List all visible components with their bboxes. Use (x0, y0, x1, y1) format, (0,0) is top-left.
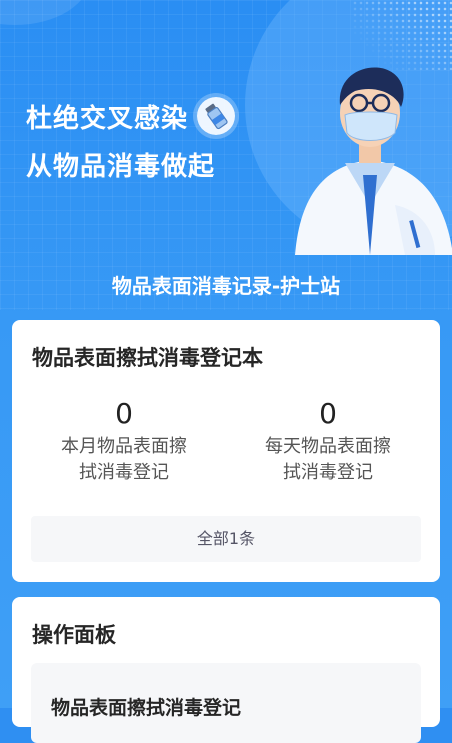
slogan-line-1: 杜绝交叉感染 (26, 104, 189, 134)
register-card-title: 物品表面擦拭消毒登记本 (32, 346, 263, 370)
panel-item-label: 物品表面擦拭消毒登记 (51, 697, 242, 719)
stat-monthly[interactable]: 0 本月物品表面擦 拭消毒登记 (24, 398, 224, 486)
nurse-with-mask-illustration (285, 55, 452, 255)
register-card: 物品表面擦拭消毒登记本 0 本月物品表面擦 拭消毒登记 0 每天物品表面擦 拭消… (12, 320, 440, 582)
slogan-line-2: 从物品消毒做起 (26, 152, 216, 182)
stat-monthly-label-line-2: 拭消毒登记 (79, 462, 169, 483)
stat-monthly-label: 本月物品表面擦 拭消毒登记 (24, 434, 224, 486)
hero-banner: 杜绝交叉感染 从物品消毒做起 (0, 0, 452, 310)
stat-daily-value: 0 (319, 397, 337, 430)
page-title: 物品表面消毒记录-护士站 (111, 274, 341, 298)
stat-monthly-value: 0 (115, 397, 133, 430)
stat-daily-label-line-2: 拭消毒登记 (283, 462, 373, 483)
stat-daily-label: 每天物品表面擦 拭消毒登记 (228, 434, 428, 486)
stat-monthly-label-line-1: 本月物品表面擦 (61, 436, 187, 457)
view-all-records-button[interactable]: 全部1条 (31, 516, 421, 562)
stat-daily[interactable]: 0 每天物品表面擦 拭消毒登记 (228, 398, 428, 486)
medicine-vial-icon (197, 97, 235, 135)
panel-item-disinfection-register[interactable]: 物品表面擦拭消毒登记 (31, 663, 421, 743)
operation-panel-title: 操作面板 (32, 623, 116, 647)
stat-daily-label-line-1: 每天物品表面擦 (265, 436, 391, 457)
